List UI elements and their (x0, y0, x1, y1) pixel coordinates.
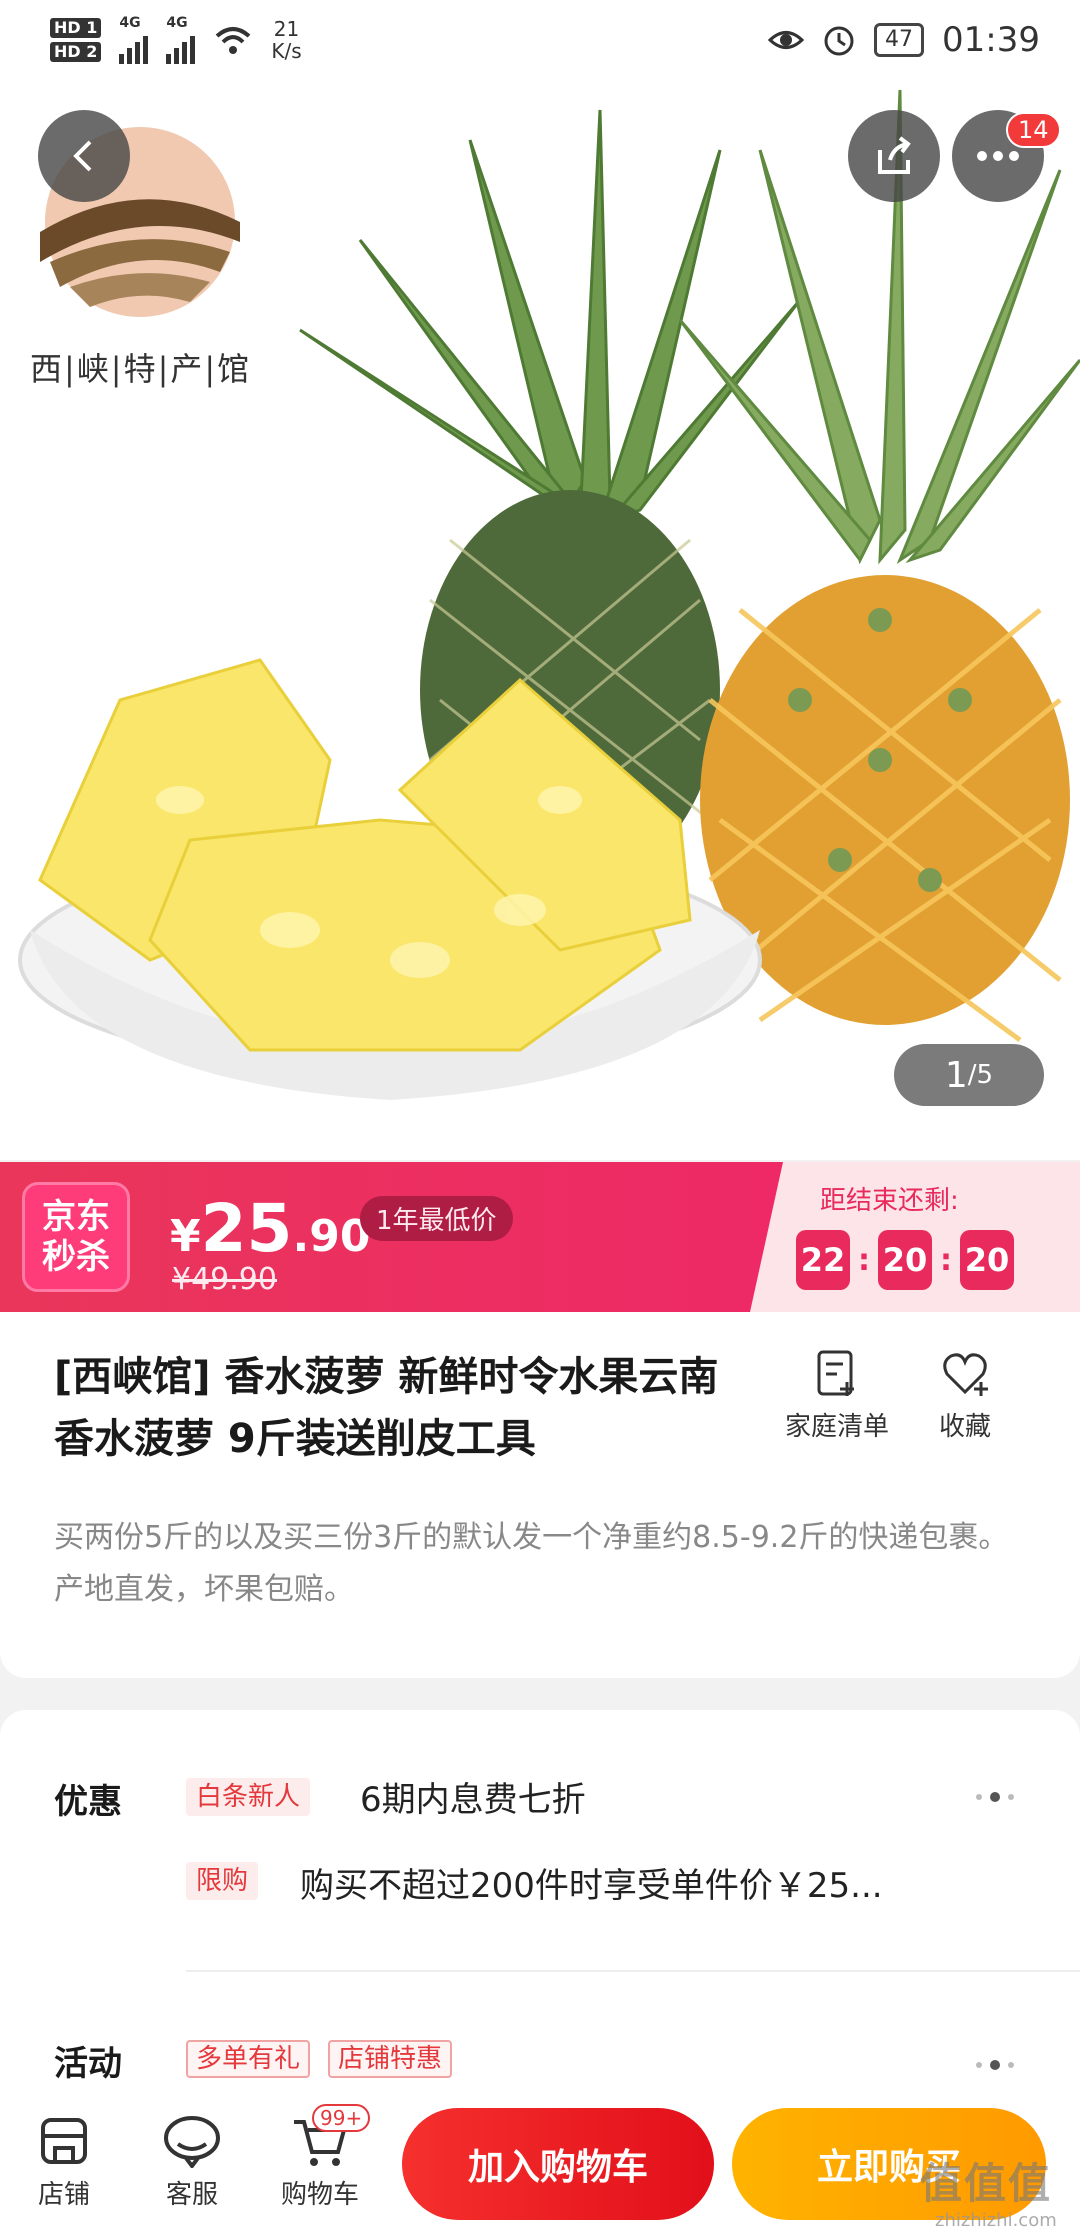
speed-value: 21 (273, 17, 300, 41)
shop-special-tag: 店铺特惠 (328, 2040, 453, 2078)
seckill-logo-line2: 秒杀 (42, 1237, 110, 1277)
add-to-cart-button[interactable]: 加入购物车 (402, 2108, 714, 2220)
signal-icon (166, 30, 196, 64)
battery-indicator: 47 (874, 23, 925, 57)
more-badge: 14 (1006, 112, 1061, 148)
original-price: ¥49.90 (172, 1262, 277, 1297)
signal-1: 4G (119, 15, 149, 64)
product-image-gallery[interactable]: 西|峡|特|产|馆 14 1/5 (0, 0, 1080, 1160)
price-integer: 25 (200, 1190, 293, 1267)
product-description: 买两份5斤的以及买三份3斤的默认发一个净重约8.5-9.2斤的快递包裹。产地直发… (54, 1520, 1009, 1607)
multi-order-tag: 多单有礼 (186, 2040, 311, 2078)
countdown-label: 距结束还剩: (820, 1186, 959, 1216)
divider (186, 1970, 1080, 1972)
countdown-minutes: 20 (878, 1230, 932, 1290)
alarm-icon (824, 26, 854, 56)
countdown-seconds: 20 (960, 1230, 1014, 1290)
list-add-icon (817, 1350, 854, 1396)
favorite-label: 收藏 (938, 1412, 991, 1442)
eye-icon (768, 31, 805, 49)
hd1-label: HD 1 (50, 18, 102, 38)
activity-more-icon[interactable] (976, 2060, 1014, 2070)
shop-icon (41, 2118, 87, 2164)
status-bar: HD 1 HD 2 4G 4G 21 K/s 47 01:39 (0, 0, 1080, 80)
pager-current: 1 (944, 1054, 968, 1096)
baitiao-tag: 白条新人 (186, 1778, 311, 1816)
service-label: 客服 (165, 2180, 218, 2210)
discount-more-icon[interactable] (976, 1792, 1014, 1802)
shop-label: 店铺 (37, 2180, 90, 2210)
signal-2: 4G (166, 15, 196, 64)
bottom-action-bar: 店铺 客服 购物车 99+ 加入购物车 立即购买 (0, 2090, 1080, 2240)
promotion-card[interactable]: 优惠 白条新人 6期内息费七折 限购 购买不超过200件时享受单件价￥25...… (0, 1710, 1080, 2110)
price-decimal: .90 (292, 1211, 371, 1262)
favorite-button[interactable]: 收藏 (890, 1348, 1040, 1443)
speed-unit: K/s (271, 39, 302, 63)
service-icon (164, 2116, 220, 2168)
lowest-price-tag: 1年最低价 (360, 1196, 513, 1241)
signal-icon (119, 30, 149, 64)
cart-label: 购物车 (280, 2180, 359, 2210)
customer-service-button[interactable]: 客服 (142, 2114, 242, 2211)
shop-button[interactable]: 店铺 (14, 2114, 114, 2211)
purchase-limit-text: 购买不超过200件时享受单件价￥25... (300, 1866, 883, 1906)
family-list-label: 家庭清单 (784, 1412, 889, 1442)
chevron-left-icon (73, 140, 92, 172)
clock: 01:39 (942, 20, 1040, 60)
product-info-card: [西峡馆] 香水菠萝 新鲜时令水果云南香水菠萝 9斤装送削皮工具 家庭清单 收藏… (0, 1312, 1080, 1678)
watermark-url: zhizhizhi.com (935, 2210, 1057, 2231)
wifi-icon (216, 27, 251, 54)
pager-total: /5 (967, 1060, 994, 1090)
baitiao-offer-text: 6期内息费七折 (360, 1780, 586, 1820)
net-type-2: 4G (166, 15, 188, 31)
network-speed: 21 K/s (271, 18, 301, 62)
hd-indicator: HD 1 HD 2 (50, 18, 102, 62)
hd2-label: HD 2 (50, 42, 102, 62)
more-dots-icon (977, 151, 1019, 161)
seckill-banner: 京东 秒杀 ¥ 25 .90 1年最低价 ¥49.90 距结束还剩: 22 : … (0, 1162, 1080, 1312)
countdown-timer: 22 : 20 : 20 (796, 1230, 1014, 1290)
watermark-logo: 值值值 (920, 2159, 1053, 2208)
back-button[interactable] (38, 110, 130, 202)
cart-count-badge: 99+ (312, 2104, 371, 2132)
gallery-pager: 1/5 (894, 1044, 1044, 1106)
price-currency: ¥ (170, 1211, 201, 1262)
share-icon (878, 136, 911, 174)
countdown-hours: 22 (796, 1230, 850, 1290)
activity-label: 活动 (54, 2044, 122, 2084)
discount-label: 优惠 (54, 1782, 122, 1822)
shop-logo-name: 西|峡|特|产|馆 (30, 350, 252, 388)
product-title: [西峡馆] 香水菠萝 新鲜时令水果云南香水菠萝 9斤装送削皮工具 (54, 1354, 719, 1462)
share-button[interactable] (848, 110, 940, 202)
purchase-limit-tag: 限购 (186, 1862, 259, 1900)
net-type-1: 4G (119, 15, 141, 31)
heart-icon (943, 1353, 988, 1396)
seckill-price: ¥ 25 .90 (170, 1190, 370, 1267)
jd-seckill-logo: 京东 秒杀 (22, 1182, 130, 1292)
seckill-logo-line1: 京东 (42, 1197, 110, 1237)
